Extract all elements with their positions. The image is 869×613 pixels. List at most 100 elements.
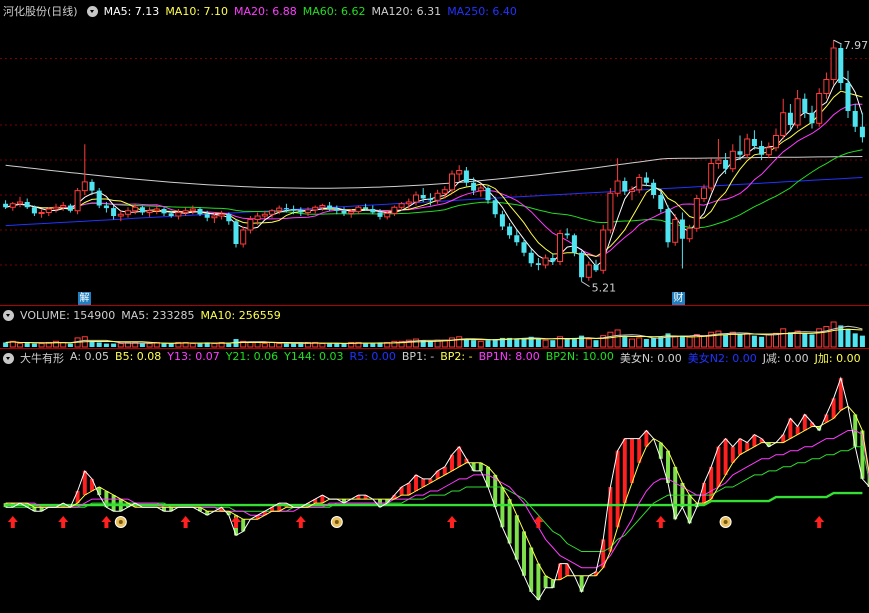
- volume-bar: [672, 336, 679, 348]
- volume-bar: [363, 343, 369, 347]
- volume-bar: [802, 333, 808, 347]
- candle-body: [564, 233, 570, 236]
- candle-body: [514, 235, 520, 243]
- volume-bar: [628, 338, 636, 348]
- candle-body: [204, 214, 210, 218]
- candle-body: [96, 190, 102, 206]
- volume-bar: [579, 335, 585, 347]
- candle-body: [579, 252, 585, 278]
- stock-title: 河化股份(日线): [3, 5, 78, 18]
- volume-bar: [111, 343, 117, 347]
- indicator-value-7: BP1: -: [401, 350, 435, 363]
- volume-menu-toggle-icon[interactable]: [3, 309, 14, 321]
- volume-bar: [96, 342, 102, 347]
- candle-body: [816, 93, 823, 124]
- candle-body: [542, 257, 549, 266]
- volume-bar: [809, 334, 815, 347]
- candle-body: [809, 112, 815, 124]
- price-header: 河化股份(日线) MA5: 7.13 MA10: 7.10 MA20: 6.88 MA…: [0, 3, 529, 19]
- candle-body: [427, 198, 433, 201]
- candle-body: [679, 219, 685, 239]
- volume-bar: [787, 332, 793, 347]
- volume-bar: [622, 336, 628, 347]
- signal-up-arrow-icon: [7, 516, 18, 528]
- volume-bar: [463, 339, 469, 347]
- candle-body: [471, 182, 477, 191]
- price-menu-toggle-icon[interactable]: [86, 5, 98, 17]
- candle-body: [146, 210, 153, 213]
- price-ma-value-3: MA60: 6.62: [302, 4, 366, 18]
- volume-bar: [16, 343, 24, 348]
- candle-body: [74, 190, 81, 212]
- candle-body: [622, 181, 628, 192]
- candle-body: [787, 112, 793, 125]
- volume-bar: [334, 343, 340, 347]
- candle-body: [103, 205, 109, 209]
- indicator-value-13: J减: 0.00: [762, 352, 809, 365]
- candle-body: [16, 201, 24, 205]
- volume-header: VOLUME: 154900 MA5: 233285 MA10: 256559: [0, 307, 293, 323]
- volume-bar: [3, 342, 9, 347]
- candle-body: [124, 210, 132, 215]
- signal-up-arrow-icon: [447, 516, 457, 528]
- signal-up-arrow-icon: [58, 516, 69, 528]
- marker-jie[interactable]: 解: [78, 292, 91, 305]
- price-volume-separator: [0, 305, 869, 306]
- volume-bar: [535, 339, 541, 347]
- volume-bar: [485, 340, 491, 347]
- price-ma20-line: [5, 103, 863, 257]
- candle-body: [24, 202, 30, 208]
- volume-bar: [448, 337, 456, 348]
- indicator-hatch: [3, 378, 869, 600]
- candle-body: [197, 209, 203, 215]
- signal-up-arrow-icon: [101, 516, 112, 528]
- candle-body: [276, 207, 283, 212]
- volume-bar: [139, 343, 145, 347]
- candle-body: [772, 135, 780, 149]
- candle-body: [715, 159, 722, 164]
- candle-body: [628, 189, 636, 192]
- candle-body: [643, 177, 649, 183]
- candle-body: [845, 83, 851, 111]
- volume-bar: [744, 332, 751, 348]
- marker-cai[interactable]: 财: [672, 292, 685, 305]
- volume-bar: [700, 335, 708, 348]
- volume-value-0: VOLUME: 154900: [20, 308, 116, 322]
- volume-bar: [327, 343, 333, 347]
- candle-body: [693, 198, 700, 229]
- candle-body: [700, 187, 708, 199]
- volume-bar: [189, 343, 196, 348]
- volume-bar: [651, 337, 657, 347]
- volume-bar: [723, 334, 729, 347]
- candle-body: [744, 138, 751, 156]
- indicator-value-3: Y13: 0.07: [167, 350, 220, 363]
- money-bag-icon-center: [723, 520, 728, 524]
- volume-bar: [477, 340, 484, 348]
- candle-body: [31, 207, 37, 214]
- volume-bar: [593, 340, 599, 347]
- indicator-menu-toggle-icon[interactable]: [3, 352, 14, 364]
- volume-bar: [197, 343, 203, 347]
- volume-bar: [427, 341, 433, 347]
- volume-bar: [291, 343, 297, 347]
- volume-bar: [780, 328, 787, 348]
- low-price-pointer: [581, 281, 590, 288]
- money-bag-icon-center: [334, 520, 339, 524]
- volume-bar: [585, 338, 592, 348]
- indicator-value-1: A: 0.05: [70, 350, 110, 363]
- volume-bar: [456, 336, 463, 348]
- candle-body: [823, 79, 830, 94]
- indicator-value-11: 美女N: 0.00: [619, 352, 682, 365]
- volume-bar: [772, 332, 780, 348]
- indicator-value-0: 大牛有形: [20, 352, 64, 365]
- volume-bar: [283, 343, 289, 347]
- candle-body: [448, 173, 456, 191]
- price-ma-value-2: MA20: 6.88: [234, 4, 297, 18]
- volume-bar: [31, 343, 37, 347]
- candle-body: [327, 205, 333, 209]
- candle-body: [182, 210, 189, 213]
- volume-bar: [607, 331, 614, 348]
- price-ma10-line: [5, 90, 863, 258]
- candle-body: [398, 203, 405, 208]
- signal-up-arrow-icon: [295, 516, 306, 528]
